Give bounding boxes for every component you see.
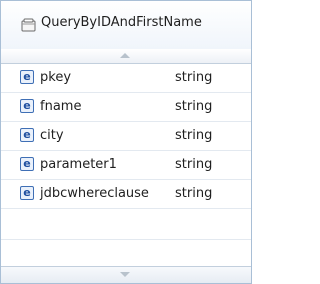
element-icon: e [20,99,34,113]
field-row-fname[interactable]: e fname string [1,93,251,122]
panel-title: QueryByIDAndFirstName [41,15,202,30]
field-row-jdbcwhereclause[interactable]: e jdbcwhereclause string [1,180,251,209]
element-icon: e [20,186,34,200]
field-name: pkey [40,70,72,85]
element-icon: e [20,128,34,142]
scroll-down-button[interactable] [1,266,251,283]
panel-header[interactable]: QueryByIDAndFirstName [1,1,251,50]
field-type: string [175,99,213,114]
field-row-pkey[interactable]: e pkey string [1,64,251,93]
business-object-icon [21,18,36,32]
field-type: string [175,157,213,172]
field-name: fname [40,99,82,114]
arrow-up-icon [120,53,130,58]
field-type: string [175,70,213,85]
field-row-parameter1[interactable]: e parameter1 string [1,151,251,180]
arrow-down-icon [120,272,130,277]
field-type: string [175,186,213,201]
field-name: parameter1 [40,157,117,172]
field-name: jdbcwhereclause [40,186,149,201]
element-icon: e [20,157,34,171]
field-type: string [175,128,213,143]
element-icon: e [20,70,34,84]
scroll-up-button[interactable] [1,49,251,64]
field-name: city [40,128,64,143]
field-list: e pkey string e fname string e city stri… [1,64,251,240]
field-row-city[interactable]: e city string [1,122,251,151]
empty-row [1,209,251,240]
business-object-panel: QueryByIDAndFirstName e pkey string e fn… [0,0,252,284]
